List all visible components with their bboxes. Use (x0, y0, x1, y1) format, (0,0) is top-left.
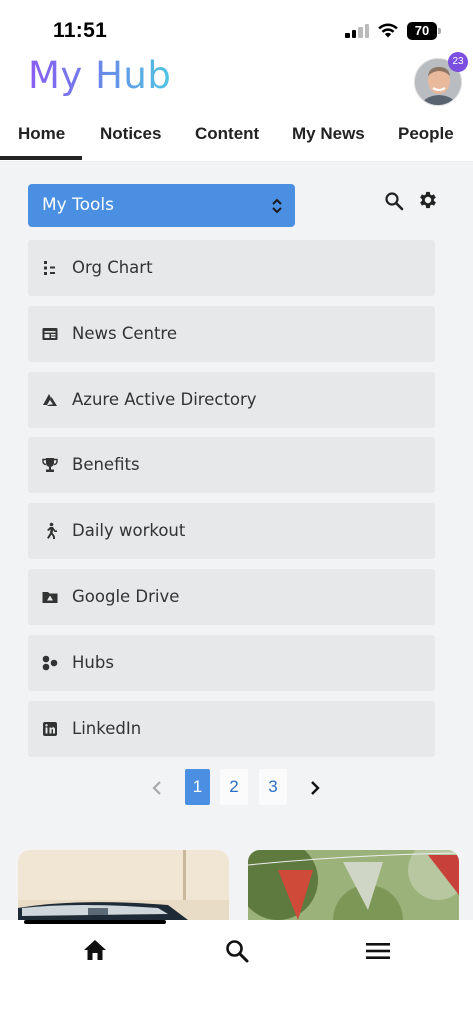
chevron-right-icon[interactable] (306, 778, 324, 798)
tool-label: Google Drive (72, 586, 180, 606)
tab-home[interactable]: Home (18, 124, 65, 144)
app-title: My Hub (28, 54, 172, 97)
notification-badge[interactable]: 23 (448, 52, 468, 72)
tools-dropdown[interactable]: My Tools (28, 184, 295, 227)
cellular-signal-icon (345, 24, 371, 38)
tool-label: Azure Active Directory (72, 389, 257, 409)
scroll-handle (24, 920, 166, 924)
newspaper-icon (42, 327, 58, 340)
status-time: 11:51 (53, 19, 108, 42)
tool-item-daily-workout[interactable]: Daily workout (28, 503, 435, 560)
tool-item-news-centre[interactable]: News Centre (28, 305, 435, 362)
home-icon[interactable] (82, 938, 108, 962)
chevron-left-icon[interactable] (148, 778, 166, 798)
select-arrows-icon (272, 198, 282, 214)
tool-label: Hubs (72, 652, 114, 672)
tool-item-hubs[interactable]: Hubs (28, 634, 435, 691)
hamburger-menu-icon[interactable] (365, 941, 391, 961)
page-button-1[interactable]: 1 (185, 769, 210, 805)
wifi-icon (378, 23, 398, 38)
tool-label: Org Chart (72, 258, 153, 277)
tab-bar: Home Notices Content My News People (0, 112, 473, 162)
main-panel: My Tools Org Chart News Centre Azure Act… (0, 162, 473, 920)
tab-my-news[interactable]: My News (292, 124, 365, 144)
tab-content[interactable]: Content (195, 124, 259, 144)
tool-label: LinkedIn (72, 718, 142, 738)
hubs-icon (42, 655, 58, 671)
news-card-image[interactable] (18, 850, 229, 920)
tool-list: Org Chart News Centre Azure Active Direc… (28, 240, 435, 766)
tool-label: Benefits (72, 455, 140, 475)
tool-label: Daily workout (72, 521, 186, 541)
pagination: 1 2 3 (0, 768, 473, 808)
linkedin-icon (43, 721, 57, 736)
news-card-image[interactable] (248, 850, 459, 920)
azure-icon (43, 393, 57, 406)
org-chart-icon (44, 261, 55, 275)
tool-item-org-chart[interactable]: Org Chart (28, 240, 435, 296)
tool-item-linkedin[interactable]: LinkedIn (28, 700, 435, 757)
running-icon (47, 522, 57, 540)
tool-item-google-drive[interactable]: Google Drive (28, 568, 435, 625)
search-icon[interactable] (224, 938, 250, 964)
battery-icon: 70 (407, 22, 441, 40)
page-button-3[interactable]: 3 (259, 769, 287, 805)
tools-dropdown-value: My Tools (42, 195, 115, 215)
tool-item-benefits[interactable]: Benefits (28, 437, 435, 494)
car-photo-icon (18, 850, 229, 920)
tool-item-azure-active-directory[interactable]: Azure Active Directory (28, 371, 435, 428)
tab-people[interactable]: People (398, 124, 454, 144)
bottom-navigation (0, 920, 473, 1024)
page-button-2[interactable]: 2 (220, 769, 248, 805)
drive-icon (42, 591, 58, 603)
gear-icon[interactable] (417, 189, 439, 211)
trophy-icon (42, 458, 58, 473)
search-icon[interactable] (384, 191, 404, 211)
bunting-photo-icon (248, 850, 459, 920)
status-bar: 11:51 70 (0, 0, 473, 52)
battery-level: 70 (414, 23, 430, 38)
active-tab-indicator (0, 156, 82, 160)
tool-label: News Centre (72, 323, 178, 343)
tab-notices[interactable]: Notices (100, 124, 161, 144)
